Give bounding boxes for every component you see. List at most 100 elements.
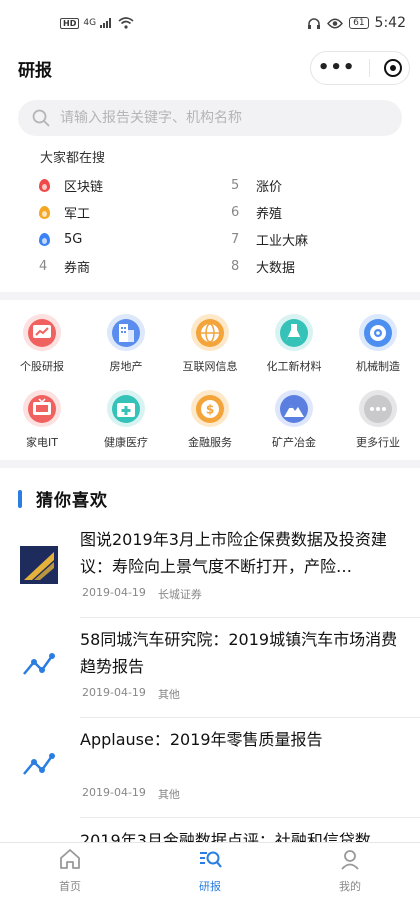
page-title: 研报 [18, 60, 52, 81]
hot-search-item[interactable]: 4 券商 [36, 253, 228, 280]
article-title: Applause：2019年零售质量报告 [80, 730, 323, 749]
tab-label: 研报 [199, 880, 221, 893]
article-divider [80, 617, 420, 618]
trend-line-icon [20, 750, 58, 780]
hot-rank: 6 [231, 205, 240, 220]
svg-text:$: $ [206, 402, 214, 416]
hot-rank [36, 206, 64, 219]
headphones-icon [308, 17, 321, 29]
category-item[interactable]: 矿产冶金 [252, 382, 336, 450]
article-divider [80, 817, 420, 818]
hot-rank: 8 [231, 259, 240, 274]
globe-icon [191, 314, 229, 351]
trend-line-icon [20, 650, 58, 680]
hot-rank: 5 [231, 178, 240, 193]
article-divider [80, 717, 420, 718]
eye-icon [327, 18, 344, 28]
category-label: 房地产 [109, 360, 143, 373]
category-label: 个股研报 [20, 360, 64, 373]
tv-icon [23, 390, 61, 427]
building-icon [107, 314, 145, 351]
section-accent-bar [18, 489, 22, 508]
tab-report-search[interactable]: 研报 [140, 843, 280, 898]
category-label: 家电IT [26, 436, 58, 449]
search-bar[interactable] [18, 100, 402, 136]
flame-icon [39, 233, 50, 246]
article-title: 图说2019年3月上市险企保费数据及投资建议：寿险向上景气度不断打开，产险… [80, 530, 387, 576]
hot-search-label: 工业大麻 [256, 234, 309, 249]
hot-search-label: 5G [64, 232, 83, 247]
category-item[interactable]: 家电IT [0, 382, 84, 450]
hot-search-list: 区块链 5 涨价军工 6 养殖 5G 7 工业大麻 4 券商 8 大数据 [36, 172, 396, 280]
hot-rank [36, 179, 64, 192]
tab-user[interactable]: 我的 [280, 843, 420, 898]
hot-rank: 4 [39, 259, 48, 274]
article-item[interactable]: 图说2019年3月上市险企保费数据及投资建议：寿险向上景气度不断打开，产险… 20… [0, 522, 420, 622]
hot-search-item[interactable]: 5G [36, 226, 228, 253]
recommend-title: 猜你喜欢 [36, 491, 108, 511]
status-bar: HD 4G 61 5:42 [0, 0, 420, 46]
mountain-icon [275, 390, 313, 427]
hot-search-label: 军工 [64, 207, 91, 222]
hot-search-title: 大家都在搜 [40, 151, 106, 166]
hot-search-item[interactable]: 5 涨价 [228, 172, 396, 199]
hot-search-item[interactable]: 6 养殖 [228, 199, 396, 226]
category-label: 机械制造 [356, 360, 400, 373]
tab-home[interactable]: 首页 [0, 843, 140, 898]
more-menu-button[interactable]: ••• [318, 59, 356, 77]
category-item[interactable]: $ 金融服务 [168, 382, 252, 450]
signal-icon [100, 18, 112, 28]
category-label: 矿产冶金 [272, 436, 316, 449]
report-search-icon [198, 847, 222, 875]
mini-program-capsule: ••• [310, 51, 410, 85]
coin-icon: $ [191, 390, 229, 427]
category-label: 金融服务 [188, 436, 232, 449]
category-item[interactable]: 更多行业 [336, 382, 420, 450]
article-source: 其他 [157, 688, 180, 701]
capsule-divider [369, 59, 371, 77]
category-item[interactable]: 房地产 [84, 306, 168, 374]
industry-category-grid: 个股研报 房地产 互联网信息 化工新材料 机械制造家电IT 健康医疗 $ 金融服务 矿产冶金 更多… [0, 306, 420, 450]
hot-search-label: 养殖 [256, 207, 283, 222]
category-item[interactable]: 互联网信息 [168, 306, 252, 374]
more-icon [359, 390, 397, 427]
category-label: 互联网信息 [182, 360, 238, 373]
app-header: 研报 ••• [0, 46, 420, 90]
article-source: 其他 [157, 788, 180, 801]
home-icon [58, 847, 82, 875]
flask-icon [275, 314, 313, 351]
hot-search-label: 大数据 [256, 261, 296, 276]
hot-search-label: 区块链 [64, 180, 104, 195]
article-date: 2019-04-19 [82, 686, 146, 699]
article-item[interactable]: Applause：2019年零售质量报告 2019-04-19 其他 [0, 722, 420, 822]
stock-chart-icon [23, 314, 61, 351]
logo-thumb-icon [20, 546, 58, 584]
wifi-icon [118, 17, 134, 29]
article-date: 2019-04-19 [82, 586, 146, 599]
article-meta: 2019-04-19 长城证券 [82, 586, 202, 602]
network-type: 4G [83, 18, 97, 28]
category-item[interactable]: 个股研报 [0, 306, 84, 374]
category-item[interactable]: 化工新材料 [252, 306, 336, 374]
hot-search-item[interactable]: 军工 [36, 199, 228, 226]
article-item[interactable]: 58同城汽车研究院：2019城镇汽车市场消费趋势报告 2019-04-19 其他 [0, 622, 420, 722]
hot-search-item[interactable]: 区块链 [36, 172, 228, 199]
category-item[interactable]: 机械制造 [336, 306, 420, 374]
clock: 5:42 [374, 15, 406, 31]
gear-icon [359, 314, 397, 351]
hd-indicator: HD [60, 17, 80, 29]
close-target-button[interactable] [384, 59, 403, 77]
hot-search-item[interactable]: 8 大数据 [228, 253, 396, 280]
article-meta: 2019-04-19 其他 [82, 786, 180, 802]
medical-kit-icon [107, 390, 145, 427]
hot-search-item[interactable]: 7 工业大麻 [228, 226, 396, 253]
status-right: 61 5:42 [307, 15, 406, 31]
hot-rank [36, 233, 64, 246]
tab-label: 我的 [339, 880, 361, 893]
section-separator [0, 460, 420, 468]
category-item[interactable]: 健康医疗 [84, 382, 168, 450]
article-title: 58同城汽车研究院：2019城镇汽车市场消费趋势报告 [80, 630, 398, 676]
flame-icon [39, 179, 50, 192]
search-icon [32, 109, 50, 127]
search-input[interactable] [60, 110, 380, 126]
